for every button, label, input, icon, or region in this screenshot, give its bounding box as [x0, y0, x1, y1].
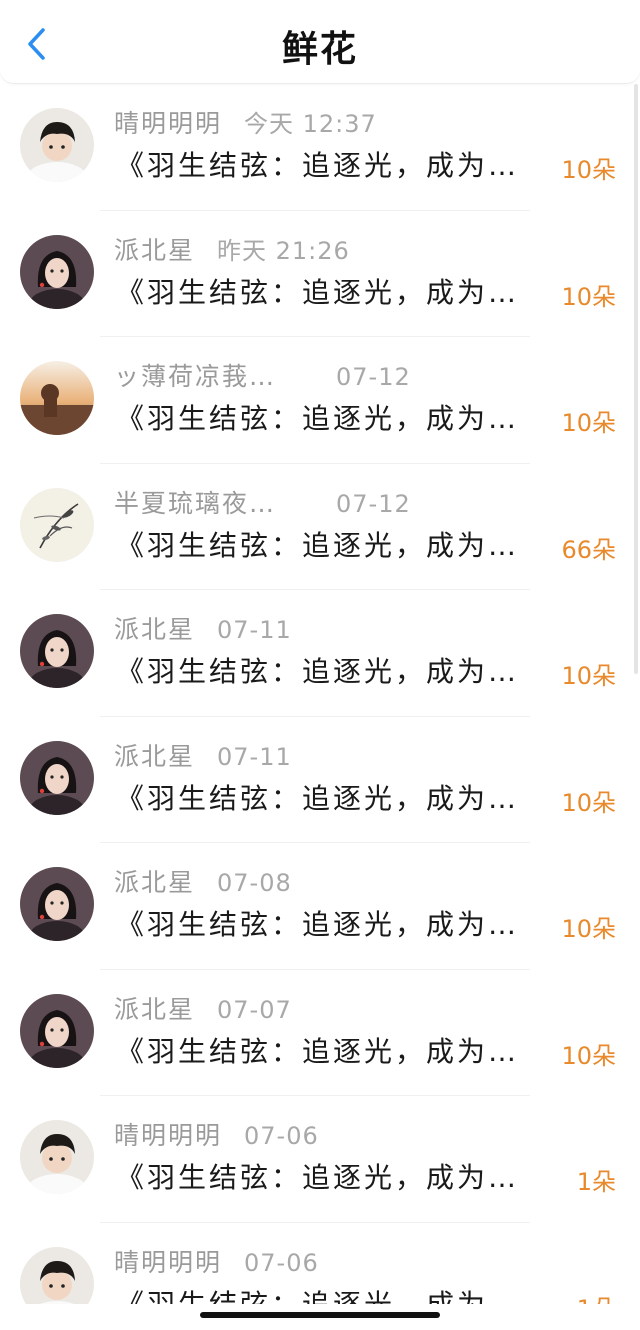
- item-meta: ッ薄荷凉莪… 07-12: [114, 357, 411, 393]
- avatar[interactable]: [20, 740, 94, 815]
- list-item[interactable]: 晴明明明 07-06 《羽生结弦：追逐光，成为… 1朵: [0, 1096, 640, 1223]
- avatar[interactable]: [20, 1120, 94, 1194]
- flower-count: 66朵: [561, 535, 616, 564]
- flower-count: 10朵: [561, 1041, 616, 1070]
- message-text: 《羽生结弦：追逐光，成为…: [116, 1161, 520, 1194]
- sender-name[interactable]: 派北星: [114, 610, 195, 646]
- list-item[interactable]: 晴明明明 今天 12:37 《羽生结弦：追逐光，成为… 10朵: [0, 84, 640, 211]
- sender-name[interactable]: 半夏琉璃夜…: [114, 484, 314, 520]
- message-text: 《羽生结弦：追逐光，成为…: [116, 149, 520, 182]
- item-meta: 派北星 07-08: [114, 863, 292, 899]
- list-item[interactable]: 派北星 07-11 《羽生结弦：追逐光，成为… 10朵: [0, 590, 640, 717]
- avatar[interactable]: [20, 867, 94, 941]
- avatar[interactable]: [20, 234, 94, 309]
- sender-name[interactable]: 派北星: [114, 737, 195, 773]
- sender-name[interactable]: 派北星: [114, 231, 195, 267]
- flower-count: 1朵: [576, 1168, 616, 1196]
- item-meta: 晴明明明 今天 12:37: [114, 104, 377, 140]
- avatar[interactable]: [20, 993, 94, 1068]
- nav-bar: 鲜花: [0, 0, 640, 84]
- message-text: 《羽生结弦：追逐光，成为…: [116, 781, 520, 815]
- message-text: 《羽生结弦：追逐光，成为…: [116, 275, 520, 309]
- list-item[interactable]: 半夏琉璃夜… 07-12 《羽生结弦：追逐光，成为… 66朵: [0, 464, 640, 590]
- flower-count: 10朵: [561, 156, 616, 184]
- list-item[interactable]: 派北星 07-07 《羽生结弦：追逐光，成为… 10朵: [0, 970, 640, 1096]
- avatar[interactable]: [20, 361, 94, 435]
- list-item[interactable]: 派北星 昨天 21:26 《羽生结弦：追逐光，成为… 10朵: [0, 211, 640, 337]
- item-meta: 派北星 07-07: [114, 990, 292, 1026]
- list-item[interactable]: ッ薄荷凉莪… 07-12 《羽生结弦：追逐光，成为… 10朵: [0, 337, 640, 464]
- avatar[interactable]: [20, 614, 94, 688]
- timestamp: 07-11: [217, 742, 292, 771]
- item-meta: 派北星 昨天 21:26: [114, 231, 350, 267]
- flower-record-list: 晴明明明 今天 12:37 《羽生结弦：追逐光，成为… 10朵 派北星 昨天 21:26 《…: [0, 84, 640, 1330]
- timestamp: 07-12: [336, 489, 411, 518]
- flower-count: 10朵: [561, 409, 616, 437]
- item-meta: 半夏琉璃夜… 07-12: [114, 484, 411, 520]
- avatar[interactable]: [20, 108, 94, 182]
- flower-count: 10朵: [561, 915, 616, 943]
- sender-name[interactable]: 晴明明明: [114, 1243, 222, 1279]
- item-meta: 派北星 07-11: [114, 737, 292, 773]
- timestamp: 昨天 21:26: [217, 236, 350, 265]
- message-text: 《羽生结弦：追逐光，成为…: [116, 655, 520, 688]
- flower-count: 10朵: [561, 662, 616, 690]
- scrollbar[interactable]: [634, 84, 638, 674]
- home-indicator: [200, 1312, 440, 1318]
- avatar[interactable]: [20, 487, 94, 562]
- timestamp: 07-12: [336, 363, 411, 391]
- list-item[interactable]: 派北星 07-11 《羽生结弦：追逐光，成为… 10朵: [0, 717, 640, 843]
- timestamp: 07-11: [217, 616, 292, 644]
- item-meta: 派北星 07-11: [114, 610, 292, 646]
- sender-name[interactable]: 派北星: [114, 990, 195, 1026]
- flower-count: 10朵: [561, 282, 616, 311]
- flower-count: 10朵: [561, 788, 616, 817]
- page-title: 鲜花: [281, 29, 358, 70]
- item-meta: 晴明明明 07-06: [114, 1243, 319, 1279]
- message-text: 《羽生结弦：追逐光，成为…: [116, 402, 520, 435]
- timestamp: 今天 12:37: [244, 110, 377, 138]
- item-meta: 晴明明明 07-06: [114, 1116, 319, 1152]
- list-item[interactable]: 派北星 07-08 《羽生结弦：追逐光，成为… 10朵: [0, 843, 640, 970]
- sender-name[interactable]: ッ薄荷凉莪…: [114, 357, 314, 393]
- sender-name[interactable]: 晴明明明: [114, 1116, 222, 1152]
- timestamp: 07-08: [217, 869, 292, 897]
- sender-name[interactable]: 晴明明明: [114, 104, 222, 140]
- message-text: 《羽生结弦：追逐光，成为…: [116, 528, 520, 562]
- timestamp: 07-07: [217, 995, 292, 1024]
- message-text: 《羽生结弦：追逐光，成为…: [116, 1034, 520, 1068]
- timestamp: 07-06: [244, 1122, 319, 1150]
- message-text: 《羽生结弦：追逐光，成为…: [116, 908, 520, 941]
- sender-name[interactable]: 派北星: [114, 863, 195, 899]
- timestamp: 07-06: [244, 1248, 319, 1277]
